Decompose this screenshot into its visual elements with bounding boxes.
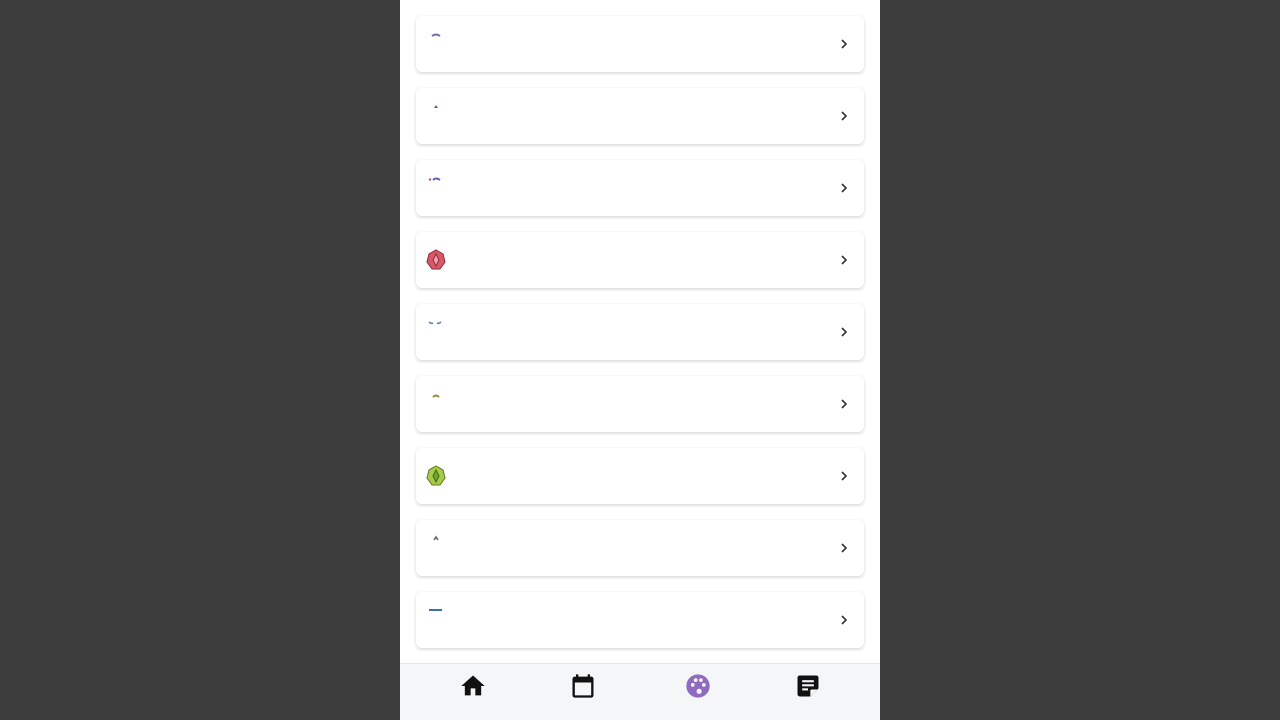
- nav-calendar[interactable]: [569, 672, 597, 700]
- list-item[interactable]: [416, 16, 864, 72]
- app-screen: [400, 0, 880, 720]
- small-blue-peak-icon: [424, 102, 448, 130]
- red-gem-badge-icon: [424, 246, 448, 274]
- list-item[interactable]: [416, 304, 864, 360]
- nav-home[interactable]: [459, 672, 487, 700]
- chevron-right-icon: [838, 395, 850, 413]
- olive-arc-sliver-icon: [424, 390, 448, 418]
- chevron-right-icon: [838, 323, 850, 341]
- green-gem-badge-icon: [424, 462, 448, 490]
- chevron-right-icon: [838, 179, 850, 197]
- list-item[interactable]: [416, 520, 864, 576]
- item-list: [416, 16, 864, 664]
- blue-wings-sliver-icon: [424, 318, 448, 346]
- home-icon: [459, 672, 487, 700]
- chevron-right-icon: [838, 35, 850, 53]
- chevron-right-icon: [838, 539, 850, 557]
- nav-notes[interactable]: [794, 672, 822, 700]
- list-item[interactable]: [416, 232, 864, 288]
- blue-dash-icon: [424, 606, 448, 634]
- chevron-right-icon: [838, 611, 850, 629]
- bottom-navigation: [400, 663, 880, 720]
- chevron-right-icon: [838, 107, 850, 125]
- chevron-right-icon: [838, 251, 850, 269]
- list-item[interactable]: [416, 592, 864, 648]
- calendar-icon: [569, 672, 597, 700]
- list-item[interactable]: [416, 448, 864, 504]
- list-item[interactable]: [416, 376, 864, 432]
- sliver-arc-blue-icon: [424, 30, 448, 58]
- list-item[interactable]: [416, 88, 864, 144]
- small-gray-peak-icon: [424, 534, 448, 562]
- list-item[interactable]: [416, 160, 864, 216]
- note-icon: [794, 672, 822, 700]
- chevron-right-icon: [838, 467, 850, 485]
- small-red-blue-sliver-icon: [424, 174, 448, 202]
- palette-icon: [684, 672, 712, 700]
- nav-palette[interactable]: [684, 672, 712, 700]
